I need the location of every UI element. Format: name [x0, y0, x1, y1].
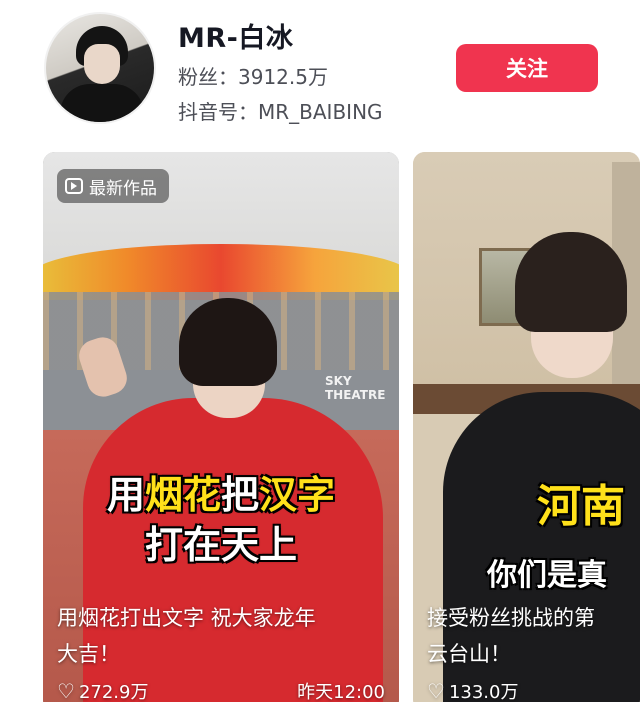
- like-count-value: 272.9万: [78, 682, 149, 702]
- douyin-id: 抖音号：MR_BAIBING: [178, 100, 383, 124]
- latest-badge-label: 最新作品: [89, 178, 157, 199]
- video-meta: ♡ 133.0万: [427, 678, 626, 702]
- overlay-word: 烟花: [144, 473, 221, 517]
- video-title-line: 云台山！: [427, 642, 511, 666]
- overlay-line-2: 打在天上: [144, 523, 297, 567]
- video-title-line: 大吉！: [57, 642, 120, 666]
- overlay-line-1: 河南: [537, 481, 625, 532]
- video-title-line: 接受粉丝挑战的第: [427, 606, 595, 630]
- video-overlay-caption: 用烟花把汉字 打在天上: [43, 470, 399, 570]
- video-meta: ♡ 272.9万 昨天12:00: [57, 678, 385, 702]
- avatar-body: [60, 84, 144, 122]
- overlay-line-1: 用烟花把汉字: [43, 470, 399, 520]
- like-count: ♡ 133.0万: [427, 678, 518, 702]
- video-icon: [65, 178, 83, 194]
- overlay-word: 用: [106, 473, 145, 517]
- follow-button[interactable]: 关注: [456, 44, 598, 92]
- video-title-line: 用烟花打出文字 祝大家龙年: [57, 606, 316, 630]
- avatar[interactable]: [44, 12, 156, 124]
- like-count-value: 133.0万: [448, 682, 519, 702]
- heart-icon: ♡: [57, 679, 75, 702]
- person-hair: [179, 298, 277, 386]
- overlay-word: 汉字: [259, 473, 336, 517]
- video-card-latest[interactable]: SKY THEATRE 最新作品 用烟花把汉字 打在天上 用烟花打出文字 祝大家…: [43, 152, 399, 702]
- overlay-line-2: 你们是真: [487, 558, 607, 593]
- overlay-word: 把: [221, 473, 260, 517]
- person-hair: [515, 232, 627, 332]
- like-count: ♡ 272.9万: [57, 678, 148, 702]
- profile-header: MR-白冰 粉丝：3912.5万 抖音号：MR_BAIBING 关注: [0, 0, 640, 140]
- post-time: 昨天12:00: [297, 682, 385, 702]
- profile-name: MR-白冰: [178, 23, 294, 54]
- fan-count: 粉丝：3912.5万: [178, 65, 328, 89]
- video-card[interactable]: 河南 你们是真 接受粉丝挑战的第 云台山！ ♡ 133.0万: [413, 152, 640, 702]
- video-title: 用烟花打出文字 祝大家龙年 大吉！: [57, 600, 316, 672]
- heart-icon: ♡: [427, 679, 445, 702]
- latest-badge: 最新作品: [57, 169, 169, 203]
- scene-sign: SKY THEATRE: [325, 374, 386, 402]
- video-title: 接受粉丝挑战的第 云台山！: [427, 600, 595, 672]
- avatar-face: [84, 44, 120, 84]
